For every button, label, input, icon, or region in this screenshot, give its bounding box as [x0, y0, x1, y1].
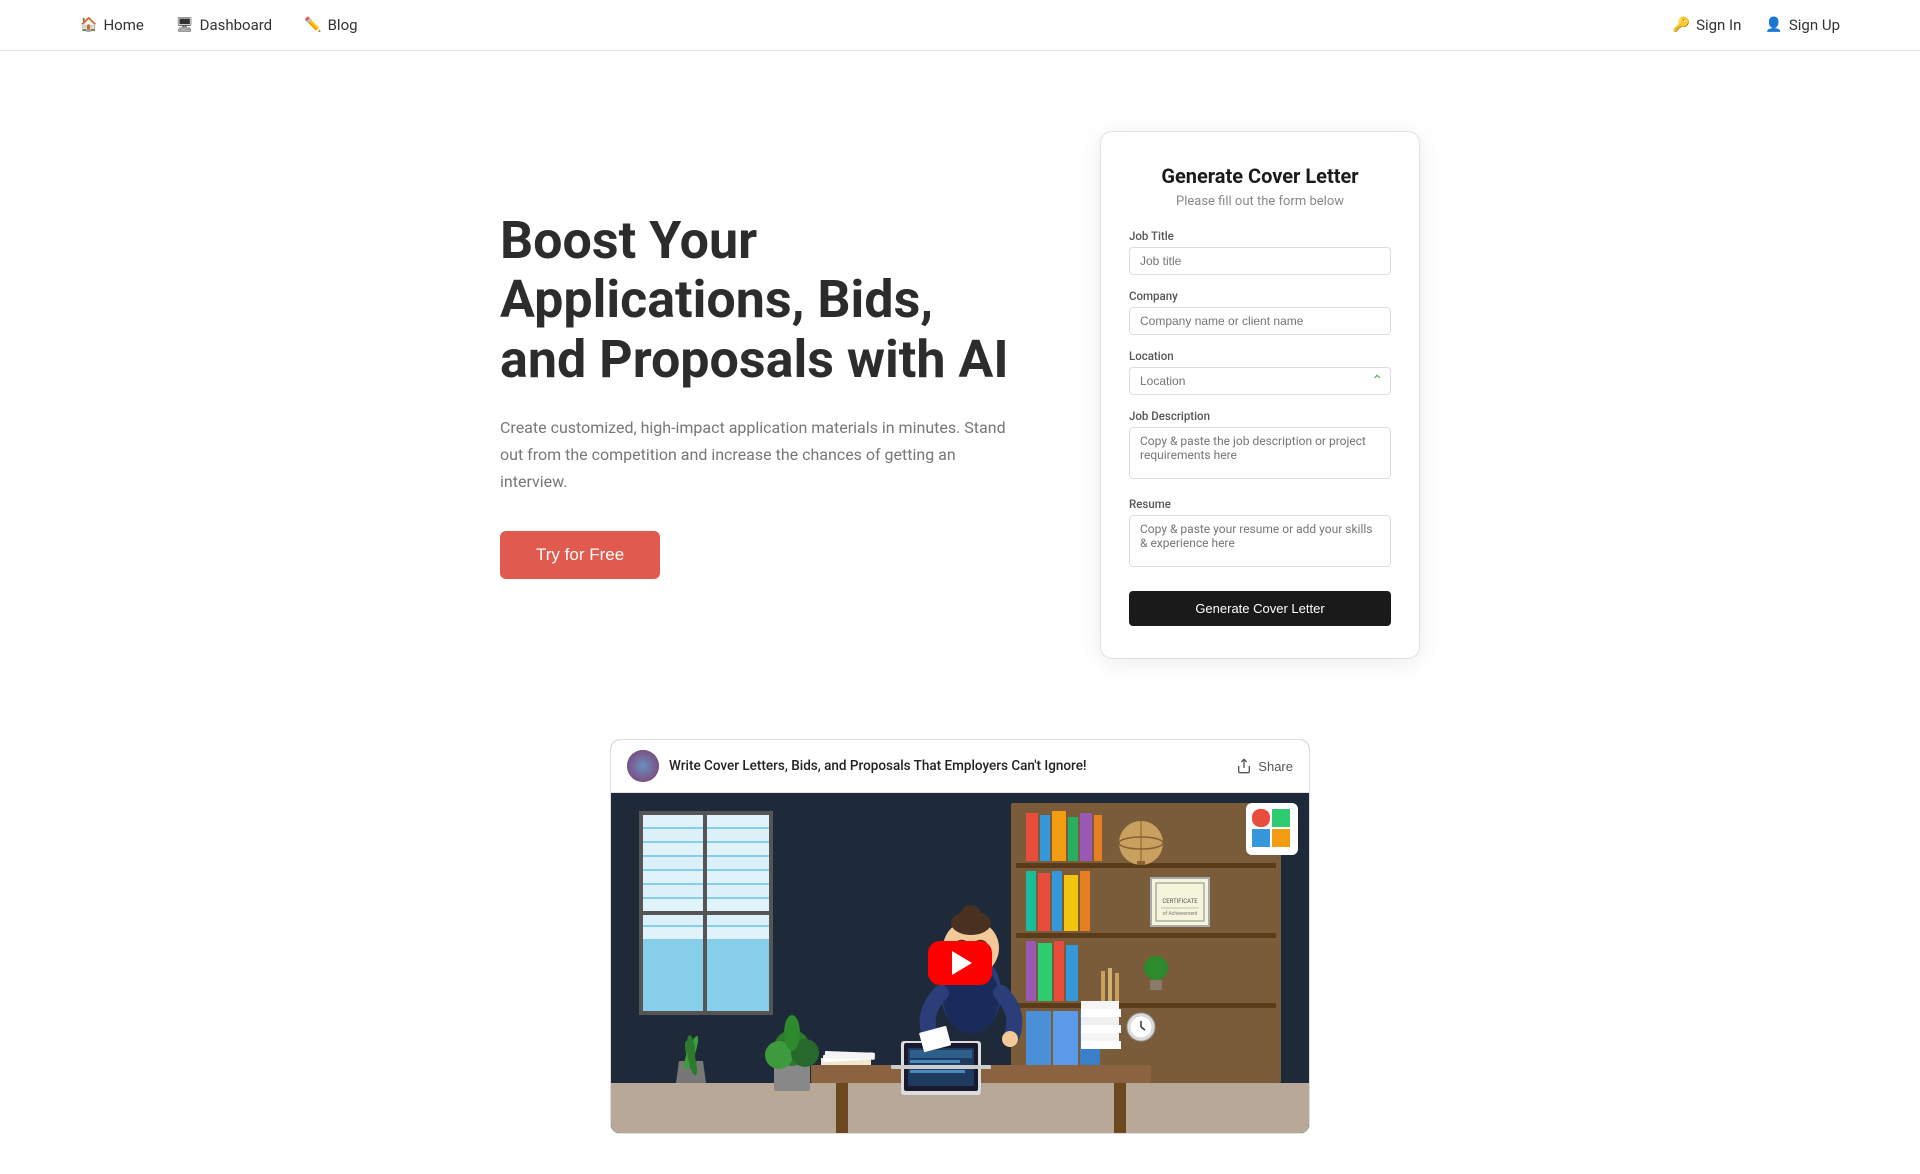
svg-text:of Achievement: of Achievement — [1163, 910, 1198, 917]
navbar: 🏠 Home 🖥 Dashboard ✏️ Blog 🔑 Sign In 👤 S… — [0, 0, 1920, 51]
nav-dashboard-label: Dashboard — [200, 16, 273, 34]
input-location[interactable] — [1129, 367, 1391, 395]
label-company: Company — [1129, 289, 1391, 303]
hero-title: Boost Your Applications, Bids, and Propo… — [500, 211, 1020, 390]
field-job-title: Job Title — [1129, 229, 1391, 275]
svg-text:CERTIFICATE: CERTIFICATE — [1162, 898, 1198, 905]
video-thumbnail[interactable]: CERTIFICATE of Achievement — [611, 793, 1309, 1133]
nav-right: 🔑 Sign In 👤 Sign Up — [1673, 16, 1840, 34]
nav-left: 🏠 Home 🖥 Dashboard ✏️ Blog — [80, 16, 358, 34]
channel-avatar — [627, 750, 659, 782]
nav-blog-label: Blog — [328, 16, 358, 34]
hero-section: Boost Your Applications, Bids, and Propo… — [360, 51, 1560, 719]
play-button[interactable] — [928, 941, 992, 985]
hero-subtitle: Create customized, high-impact applicati… — [500, 414, 1020, 496]
nav-signup-label: Sign Up — [1789, 16, 1840, 34]
dashboard-icon: 🖥 — [176, 17, 194, 33]
nav-home[interactable]: 🏠 Home — [80, 16, 144, 34]
form-card: Generate Cover Letter Please fill out th… — [1100, 131, 1420, 659]
blog-icon: ✏️ — [304, 17, 321, 33]
input-job-description[interactable] — [1129, 427, 1391, 479]
nav-signin-label: Sign In — [1696, 16, 1741, 34]
hero-content: Boost Your Applications, Bids, and Propo… — [500, 211, 1020, 580]
form-card-title: Generate Cover Letter — [1129, 164, 1391, 188]
nav-signin[interactable]: 🔑 Sign In — [1673, 16, 1742, 34]
input-job-title[interactable] — [1129, 247, 1391, 275]
signup-icon: 👤 — [1765, 17, 1782, 33]
input-company[interactable] — [1129, 307, 1391, 335]
nav-home-label: Home — [103, 16, 143, 34]
share-icon — [1236, 758, 1252, 774]
video-top-left: Write Cover Letters, Bids, and Proposals… — [627, 750, 1087, 782]
label-job-description: Job Description — [1129, 409, 1391, 423]
label-resume: Resume — [1129, 497, 1391, 511]
label-job-title: Job Title — [1129, 229, 1391, 243]
share-button[interactable]: Share — [1236, 758, 1293, 774]
video-wrapper: Write Cover Letters, Bids, and Proposals… — [610, 739, 1310, 1134]
channel-logo-icon — [627, 750, 659, 782]
label-location: Location — [1129, 349, 1391, 363]
play-triangle-icon — [952, 951, 972, 975]
location-input-wrap: ⌃ — [1129, 367, 1391, 395]
cta-button[interactable]: Try for Free — [500, 531, 660, 579]
share-label: Share — [1258, 759, 1293, 774]
field-location: Location ⌃ — [1129, 349, 1391, 395]
signin-icon: 🔑 — [1673, 17, 1690, 33]
nav-dashboard[interactable]: 🖥 Dashboard — [176, 16, 272, 34]
nav-blog[interactable]: ✏️ Blog — [304, 16, 357, 34]
chevron-up-icon: ⌃ — [1371, 373, 1383, 389]
video-top-bar: Write Cover Letters, Bids, and Proposals… — [611, 740, 1309, 793]
field-job-description: Job Description — [1129, 409, 1391, 483]
nav-signup[interactable]: 👤 Sign Up — [1765, 16, 1840, 34]
home-icon: 🏠 — [80, 17, 97, 33]
generate-button[interactable]: Generate Cover Letter — [1129, 591, 1391, 626]
video-section: Write Cover Letters, Bids, and Proposals… — [610, 739, 1310, 1174]
input-resume[interactable] — [1129, 515, 1391, 567]
form-card-wrapper: Generate Cover Letter Please fill out th… — [1100, 131, 1420, 659]
form-card-subtitle: Please fill out the form below — [1129, 194, 1391, 209]
field-company: Company — [1129, 289, 1391, 335]
field-resume: Resume — [1129, 497, 1391, 571]
video-title: Write Cover Letters, Bids, and Proposals… — [669, 758, 1087, 774]
